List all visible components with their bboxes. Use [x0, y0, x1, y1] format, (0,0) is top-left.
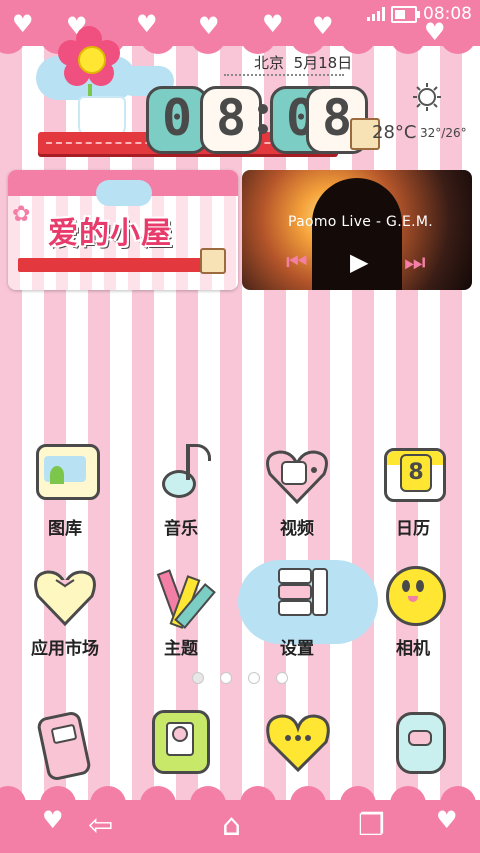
page-dot[interactable] [276, 672, 288, 684]
date-label: 北京 5月18日 [254, 52, 352, 73]
clock-digit-hour-ones: 8 [200, 86, 262, 154]
temperature: 28°C [372, 122, 417, 143]
flower-icon: ✿ [12, 202, 31, 227]
recent-apps-icon[interactable]: ❐ [358, 808, 385, 843]
date-underline [224, 74, 344, 76]
heart-icon: ♥ [12, 10, 34, 38]
app-theme[interactable]: 主题 [136, 564, 226, 659]
flower-icon [58, 26, 120, 88]
dock-contacts[interactable] [150, 708, 210, 774]
dock-browser[interactable] [390, 708, 450, 774]
clock-colon [258, 98, 268, 138]
heart-icon: ♥ [198, 12, 220, 40]
play-icon[interactable]: ▶ [350, 248, 368, 276]
app-video[interactable]: 视频 [252, 444, 342, 539]
calendar-icon: 8 [378, 444, 448, 506]
page-dot[interactable] [220, 672, 232, 684]
dock-phone[interactable] [35, 704, 93, 782]
heart-icon: ♥ [436, 806, 458, 834]
next-icon[interactable]: ⏭ [404, 248, 426, 276]
app-calendar[interactable]: 8 日历 [368, 444, 458, 539]
page-dot[interactable] [192, 672, 204, 684]
app-camera[interactable]: 相机 [368, 564, 458, 659]
chick-camera-icon [378, 564, 448, 626]
status-bar: 08:08 [367, 4, 472, 24]
messages-icon [266, 714, 330, 773]
app-market[interactable]: 应用市场 [20, 564, 110, 659]
signal-icon [367, 7, 385, 21]
heart-tv-icon [262, 444, 332, 506]
page-dot[interactable] [248, 672, 260, 684]
love-card-title: 爱的小屋 [48, 216, 172, 251]
date-value: 5月18日 [293, 54, 353, 72]
house-icon [200, 248, 226, 274]
heart-icon: ♥ [42, 806, 64, 834]
clock-digit-hour-tens: 0 [146, 86, 208, 154]
heart-bag-icon [30, 564, 100, 627]
app-music[interactable]: 音乐 [136, 444, 226, 539]
gallery-icon [30, 444, 100, 506]
previous-icon[interactable]: ⏮ [286, 248, 308, 276]
status-time: 08:08 [423, 4, 472, 24]
pencils-icon [146, 564, 216, 629]
dock-messages[interactable] [262, 708, 334, 774]
love-card-bar [18, 258, 204, 272]
app-gallery[interactable]: 图库 [20, 444, 110, 539]
music-note-icon [146, 444, 216, 506]
battery-icon [391, 5, 420, 23]
heart-icon: ♥ [136, 10, 158, 38]
track-title: Paomo Live - G.E.M. [288, 214, 433, 230]
cloud-decoration [96, 180, 152, 206]
temperature-range: 32°/26° [420, 126, 467, 140]
city-label: 北京 [254, 54, 285, 72]
home-icon[interactable]: ⌂ [222, 808, 241, 843]
back-icon[interactable]: ⇦ [88, 808, 113, 843]
heart-icon: ♥ [262, 10, 284, 38]
heart-icon: ♥ [312, 12, 334, 40]
app-settings[interactable]: 设置 [252, 564, 342, 659]
sun-icon [413, 83, 441, 111]
settings-icon [262, 564, 332, 626]
phone-icon [35, 710, 93, 782]
